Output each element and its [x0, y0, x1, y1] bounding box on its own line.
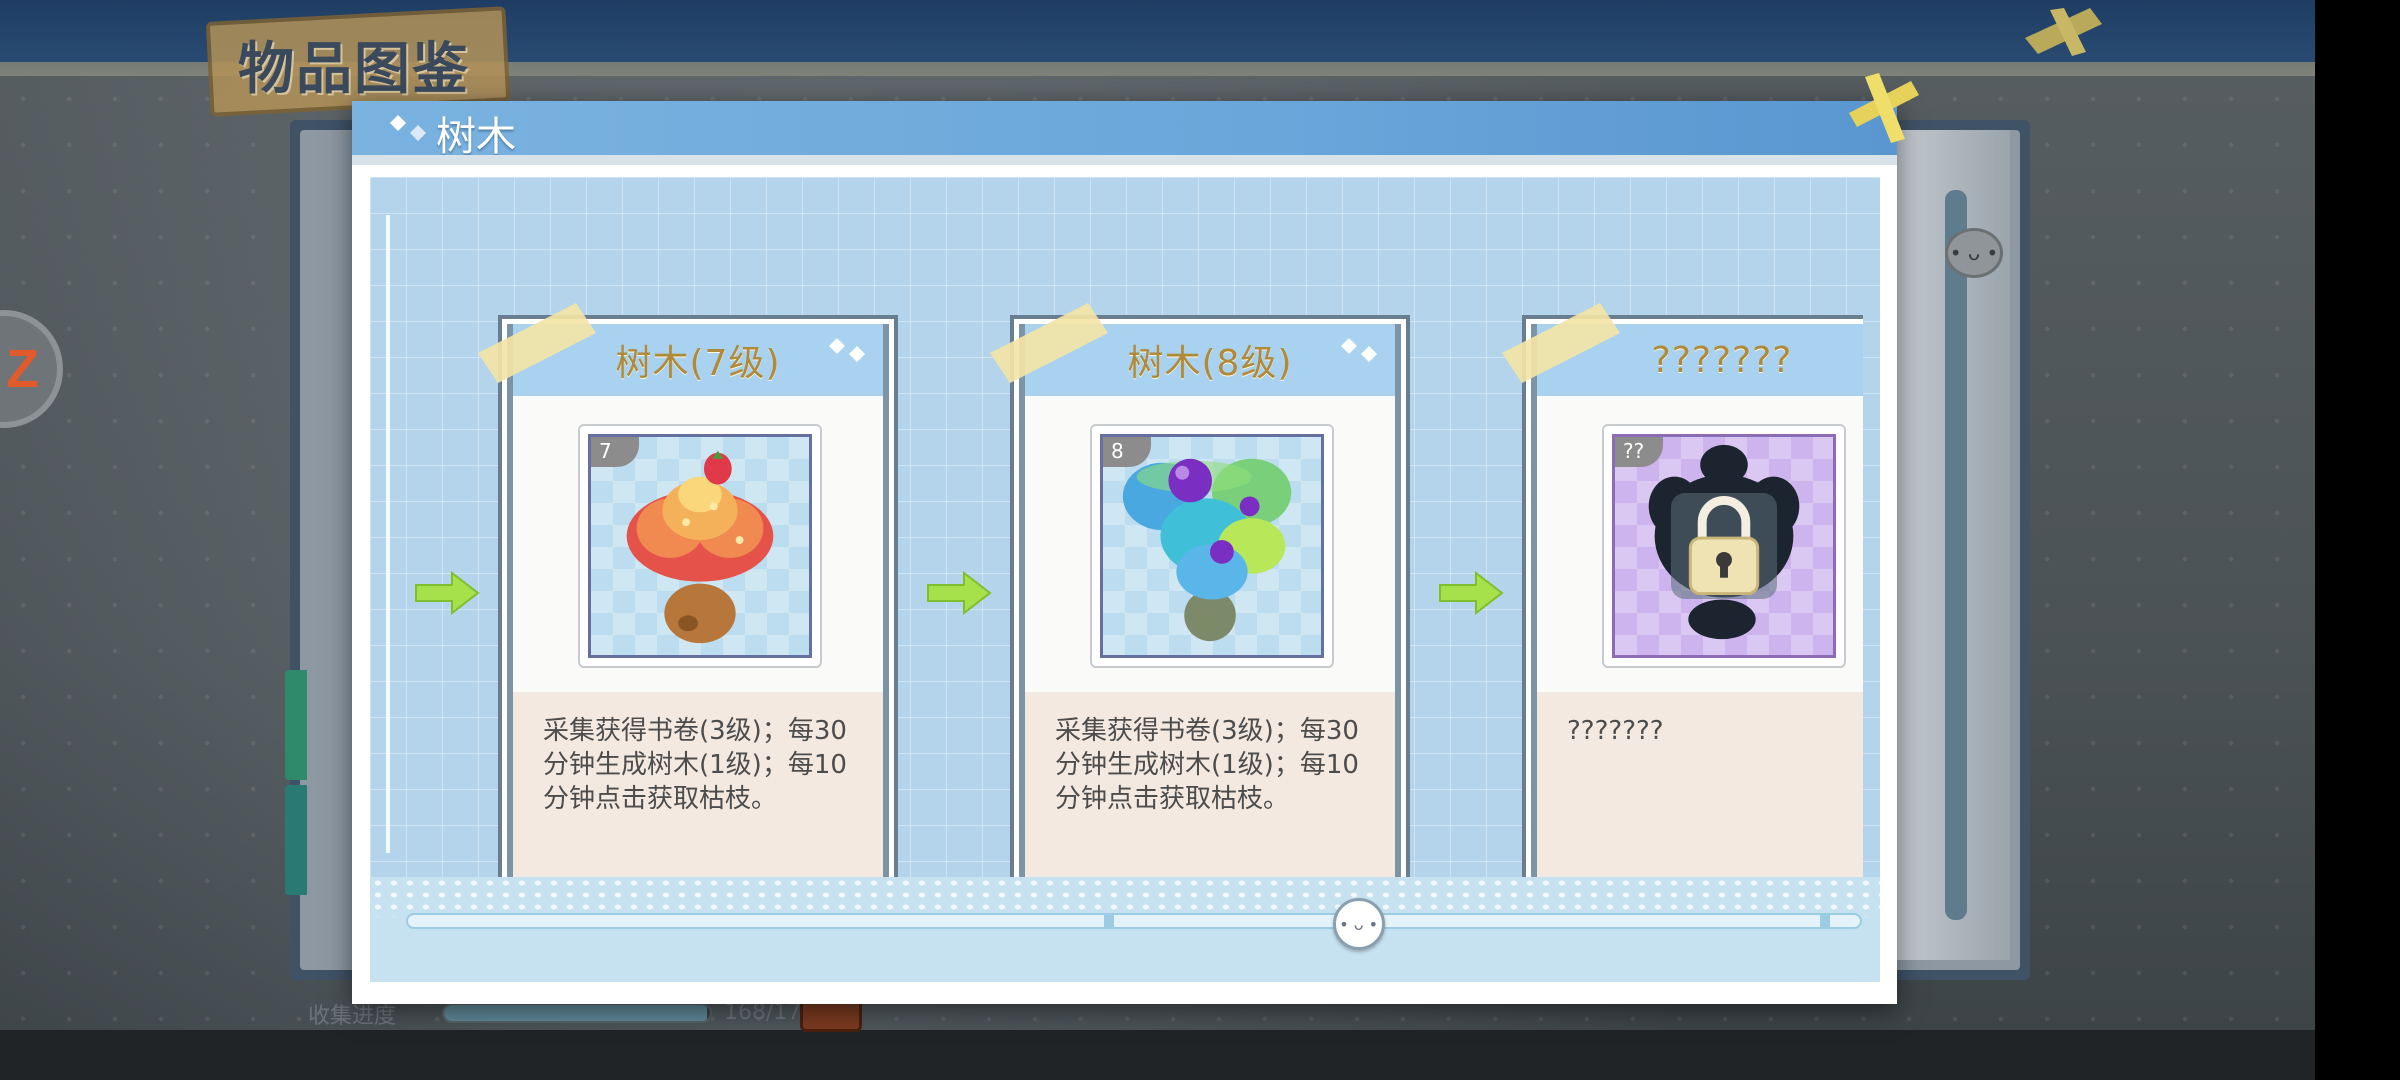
dialog-title: 树木 [436, 114, 516, 160]
card-description-panel: 采集获得书卷(3级)；每30分钟生成树木(1级)；每10分钟点击获取枯枝。 [513, 692, 883, 877]
fruit-tree-icon [626, 450, 774, 644]
arrow-right-icon [1439, 571, 1504, 615]
card-inner: 树木(7级) 7 采集获得书卷(3级)；每30分钟生成树木(1级)；每10分钟点… [507, 324, 889, 877]
screen-edge [2315, 0, 2400, 1080]
item-icon-frame: ?? [1602, 424, 1846, 668]
item-card-tree-level-7[interactable]: 树木(7级) 7 采集获得书卷(3级)；每30分钟生成树木(1级)；每10分钟点… [478, 303, 898, 877]
tape-icon [990, 303, 1108, 383]
collection-progress-bar [442, 1003, 712, 1023]
album-smiley-face-icon: • ᴗ • [1945, 228, 2003, 278]
dialog-body: 树木(7级) 7 采集获得书卷(3级)；每30分钟生成树木(1级)；每10分钟点… [370, 177, 1880, 982]
dialog-header-divider [352, 155, 1897, 165]
card-description: ??????? [1567, 716, 1664, 746]
item-card-locked[interactable]: ??????? ?? ??????? [1502, 303, 1863, 877]
card-scroll-area[interactable]: 树木(7级) 7 采集获得书卷(3级)；每30分钟生成树木(1级)；每10分钟点… [370, 177, 1863, 877]
item-icon-frame: 7 [578, 424, 822, 668]
blue-blossom-tree-icon [1122, 458, 1292, 642]
card-title: 树木(7级) [615, 343, 781, 384]
collection-progress-fill [444, 1005, 707, 1021]
card-description-panel: ??????? [1537, 692, 1863, 877]
item-icon-tile: 7 [588, 434, 812, 658]
item-card-tree-level-8[interactable]: 树木(8级) 8 采集获得书卷(3级)；每30分钟生成树木(1级)；每10分钟点… [990, 303, 1410, 877]
tape-icon [478, 303, 596, 383]
horizontal-scrollbar-band: • ᴗ • [370, 877, 1880, 982]
album-bookmark-tab[interactable] [285, 785, 307, 895]
album-title: 物品图鉴 [238, 37, 470, 102]
card-description-panel: 采集获得书卷(3级)；每30分钟生成树木(1级)；每10分钟点击获取枯枝。 [1025, 692, 1395, 877]
arrow-right-icon [415, 571, 480, 615]
item-icon-tile: 8 [1100, 434, 1324, 658]
item-chain-dialog: 树木 树木(7级) 7 采集获得书卷(3级)；每30分钟生成树木(1级)；每10… [352, 73, 1919, 1004]
scrollbar-divider [1820, 913, 1830, 929]
item-icon-frame: 8 [1090, 424, 1334, 668]
tape-icon [1502, 303, 1620, 383]
close-tape-icon[interactable] [1845, 69, 1925, 149]
background-bottom-bar [0, 1030, 2315, 1080]
horizontal-scrollbar-track[interactable] [406, 913, 1862, 929]
arrow-right-icon [927, 571, 992, 615]
card-title: 树木(8级) [1127, 343, 1293, 384]
lock-icon [1688, 495, 1760, 596]
album-bookmark-tab[interactable] [285, 670, 307, 780]
diamond-sparkle-icon [390, 115, 426, 141]
card-inner: ??????? ?? ??????? [1531, 324, 1863, 877]
card-description: 采集获得书卷(3级)；每30分钟生成树木(1级)；每10分钟点击获取枯枝。 [543, 716, 847, 814]
scrollbar-thumb-smiley-face-icon[interactable]: • ᴗ • [1332, 898, 1385, 950]
card-description: 采集获得书卷(3级)；每30分钟生成树木(1级)；每10分钟点击获取枯枝。 [1055, 716, 1359, 814]
item-icon-tile: ?? [1612, 434, 1836, 658]
corner-tape-icon [2025, 8, 2102, 56]
dialog-header: 树木 [352, 101, 1897, 160]
diamond-sparkle-icon [1341, 338, 1377, 362]
card-title: ??????? [1651, 339, 1793, 381]
scrollbar-divider [1104, 913, 1114, 929]
card-inner: 树木(8级) 8 采集获得书卷(3级)；每30分钟生成树木(1级)；每10分钟点… [1019, 324, 1401, 877]
diamond-sparkle-icon [829, 338, 865, 362]
album-book-spine [1945, 190, 1967, 920]
side-badge-label: Z [6, 339, 39, 399]
